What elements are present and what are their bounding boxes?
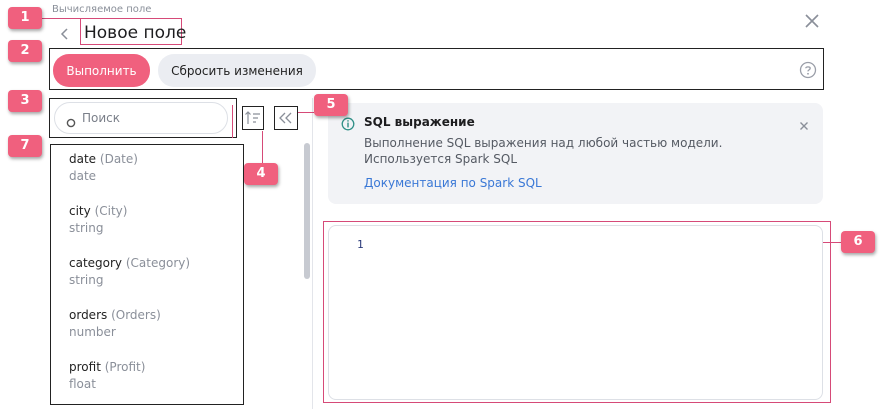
annotation-badge-3: 3 <box>8 90 42 112</box>
field-name: profit <box>69 360 101 374</box>
annotation-leader <box>298 112 314 113</box>
annotation-badge-2: 2 <box>8 40 42 62</box>
page-title[interactable]: Новое поле <box>84 23 186 43</box>
run-button[interactable]: Выполнить <box>53 54 150 87</box>
field-list: date (Date) date city (City) string cate… <box>50 144 244 405</box>
close-icon[interactable] <box>803 12 821 30</box>
line-number: 1 <box>357 238 364 251</box>
field-alias: (City) <box>94 204 128 218</box>
field-alias: (Orders) <box>111 308 161 322</box>
info-title: SQL выражение <box>364 115 475 129</box>
field-type: string <box>69 273 104 287</box>
panel-divider <box>312 98 313 409</box>
field-item-category[interactable]: category (Category) string <box>69 256 190 287</box>
help-icon[interactable] <box>799 61 817 79</box>
field-name: date <box>69 152 97 166</box>
collapse-panel-icon[interactable] <box>274 106 298 130</box>
field-type: date <box>69 169 97 183</box>
field-name: city <box>69 204 91 218</box>
field-item-date[interactable]: date (Date) date <box>69 152 138 183</box>
field-alias: (Category) <box>125 256 191 270</box>
sql-editor[interactable] <box>328 225 823 400</box>
annotation-badge-7: 7 <box>8 135 42 157</box>
annotation-leader <box>40 18 80 19</box>
page-supertitle: Вычисляемое поле <box>52 4 152 15</box>
back-chevron-icon[interactable] <box>58 25 72 43</box>
field-item-profit[interactable]: profit (Profit) float <box>69 360 145 391</box>
annotation-badge-4: 4 <box>244 163 278 185</box>
reset-changes-button[interactable]: Сбросить изменения <box>158 54 316 87</box>
annotation-leader <box>262 131 263 163</box>
field-alias: (Profit) <box>104 360 146 374</box>
annotation-badge-6: 6 <box>841 231 875 253</box>
annotation-badge-1: 1 <box>8 7 42 29</box>
field-type: number <box>69 325 116 339</box>
field-name: orders <box>69 308 108 322</box>
field-alias: (Date) <box>99 152 138 166</box>
annotation-badge-5: 5 <box>314 94 348 116</box>
info-close-icon[interactable] <box>798 117 810 130</box>
search-input[interactable] <box>82 106 222 130</box>
search-icon <box>66 113 76 128</box>
field-name: category <box>69 256 123 270</box>
field-item-orders[interactable]: orders (Orders) number <box>69 308 161 339</box>
field-type: float <box>69 377 96 391</box>
sort-icon[interactable] <box>242 106 264 130</box>
annotation-leader <box>232 105 233 138</box>
info-description: Выполнение SQL выражения над любой часть… <box>364 136 723 166</box>
field-type: string <box>69 221 104 235</box>
info-icon <box>341 116 355 131</box>
scrollbar-thumb[interactable] <box>304 143 310 279</box>
spark-sql-docs-link[interactable]: Документация по Spark SQL <box>364 176 542 190</box>
field-item-city[interactable]: city (City) string <box>69 204 127 235</box>
annotation-leader <box>823 242 841 243</box>
